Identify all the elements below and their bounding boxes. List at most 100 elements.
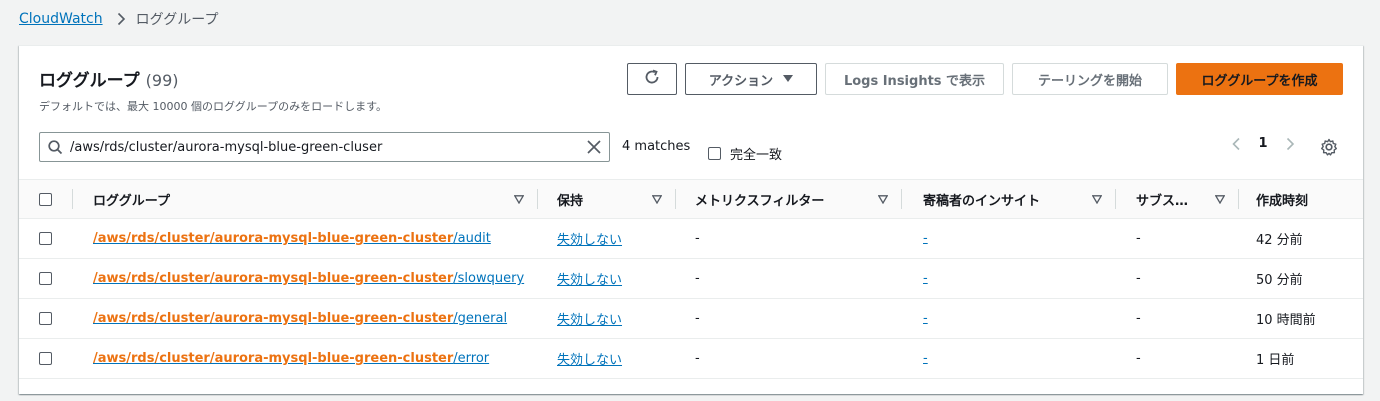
created-time-cell: 42 分前 bbox=[1256, 233, 1303, 248]
column-header-created[interactable]: 作成時刻 bbox=[1256, 180, 1356, 218]
row-select-cell bbox=[39, 219, 52, 258]
column-divider bbox=[1115, 189, 1116, 209]
row-checkbox[interactable] bbox=[39, 352, 52, 365]
column-label: サブス… bbox=[1136, 193, 1189, 209]
breadcrumb-current: ロググループ bbox=[135, 12, 219, 28]
column-label: ロググループ bbox=[93, 193, 170, 209]
log-group-suffix: /error bbox=[453, 351, 490, 366]
contributor-insights-cell: - bbox=[923, 219, 928, 258]
row-checkbox[interactable] bbox=[39, 232, 52, 245]
breadcrumb-cloudwatch-link[interactable]: CloudWatch bbox=[19, 11, 103, 27]
retention-cell: 失効しない bbox=[557, 219, 622, 258]
log-group-cell: /aws/rds/cluster/aurora-mysql-blue-green… bbox=[93, 259, 524, 298]
match-highlight-tail: er bbox=[438, 311, 454, 326]
log-groups-panel: ロググループ (99) デフォルトでは、最大 10000 個のロググループのみを… bbox=[19, 45, 1363, 394]
search-icon bbox=[40, 139, 70, 155]
retention-cell: 失効しない bbox=[557, 339, 622, 378]
refresh-button[interactable] bbox=[627, 63, 677, 95]
search-input[interactable] bbox=[70, 139, 579, 155]
column-label: 寄稿者のインサイト bbox=[923, 193, 1041, 209]
log-group-cell: /aws/rds/cluster/aurora-mysql-blue-green… bbox=[93, 219, 491, 258]
page-title: ロググループ (99) bbox=[39, 66, 178, 91]
log-group-suffix: /audit bbox=[453, 231, 491, 246]
actions-label: アクション bbox=[708, 73, 774, 89]
search-field bbox=[39, 132, 610, 162]
metric-filter-cell: - bbox=[695, 271, 700, 286]
column-label: 保持 bbox=[557, 193, 584, 209]
log-group-link[interactable]: /aws/rds/cluster/aurora-mysql-blue-green… bbox=[93, 351, 489, 366]
sort-caret-icon bbox=[651, 193, 663, 208]
column-header-contributor-insights[interactable]: 寄稿者のインサイト bbox=[923, 180, 1116, 218]
match-highlight: /aws/rds/cluster/aurora-mysql-blue-green… bbox=[93, 351, 439, 366]
contributor-insights-link[interactable]: - bbox=[923, 311, 928, 326]
column-header-metric-filter[interactable]: メトリクスフィルター bbox=[695, 180, 902, 218]
log-group-link[interactable]: /aws/rds/cluster/aurora-mysql-blue-green… bbox=[93, 311, 507, 326]
caret-down-icon bbox=[783, 73, 794, 86]
match-highlight: /aws/rds/cluster/aurora-mysql-blue-green… bbox=[93, 231, 439, 246]
select-all-cell bbox=[39, 180, 59, 218]
contributor-insights-link[interactable]: - bbox=[923, 271, 928, 286]
contributor-insights-cell: - bbox=[923, 339, 928, 378]
subscription-cell: - bbox=[1136, 351, 1141, 366]
column-divider bbox=[72, 189, 73, 209]
metric-filter-cell: - bbox=[695, 351, 700, 366]
subscription-cell: - bbox=[1136, 271, 1141, 286]
page-number[interactable]: 1 bbox=[1246, 136, 1280, 151]
settings-gear-icon[interactable] bbox=[1319, 137, 1339, 161]
match-highlight: /aws/rds/cluster/aurora-mysql-blue-green… bbox=[93, 271, 439, 286]
created-time-cell: 1 日前 bbox=[1256, 353, 1295, 368]
subscription-cell: - bbox=[1136, 231, 1141, 246]
retention-link[interactable]: 失効しない bbox=[557, 229, 622, 248]
log-group-count: (99) bbox=[145, 71, 179, 90]
contributor-insights-link[interactable]: - bbox=[923, 231, 928, 246]
retention-link[interactable]: 失効しない bbox=[557, 269, 622, 288]
metric-filter-cell: - bbox=[695, 311, 700, 326]
log-group-suffix: /general bbox=[453, 311, 508, 326]
table-row[interactable]: /aws/rds/cluster/aurora-mysql-blue-green… bbox=[19, 339, 1363, 379]
contributor-insights-link[interactable]: - bbox=[923, 351, 928, 366]
sort-caret-icon bbox=[1091, 193, 1103, 208]
sort-caret-icon bbox=[1214, 193, 1226, 208]
row-checkbox[interactable] bbox=[39, 312, 52, 325]
logs-insights-button[interactable]: Logs Insights で表示 bbox=[825, 63, 1004, 95]
column-divider bbox=[1238, 189, 1239, 209]
table-row[interactable]: /aws/rds/cluster/aurora-mysql-blue-green… bbox=[19, 259, 1363, 299]
retention-link[interactable]: 失効しない bbox=[557, 349, 622, 368]
metric-filter-cell: - bbox=[695, 231, 700, 246]
column-divider bbox=[675, 189, 676, 209]
refresh-icon bbox=[643, 68, 661, 90]
select-all-checkbox[interactable] bbox=[39, 192, 52, 206]
column-header-retention[interactable]: 保持 bbox=[557, 180, 676, 218]
exact-match-option[interactable]: 完全一致 bbox=[708, 144, 782, 163]
close-icon[interactable] bbox=[579, 140, 609, 154]
chevron-right-icon bbox=[117, 12, 126, 26]
page-description: デフォルトでは、最大 10000 個のロググループのみをロードします。 bbox=[39, 100, 388, 113]
exact-match-checkbox[interactable] bbox=[708, 147, 721, 160]
row-select-cell bbox=[39, 339, 52, 378]
created-time-cell: 50 分前 bbox=[1256, 273, 1303, 288]
start-tailing-button[interactable]: テーリングを開始 bbox=[1012, 63, 1168, 95]
create-log-group-button[interactable]: ロググループを作成 bbox=[1176, 63, 1343, 95]
log-group-link[interactable]: /aws/rds/cluster/aurora-mysql-blue-green… bbox=[93, 271, 524, 286]
created-time-cell: 10 時間前 bbox=[1256, 313, 1316, 328]
actions-dropdown-button[interactable]: アクション bbox=[685, 63, 817, 95]
row-select-cell bbox=[39, 299, 52, 338]
column-header-subscription[interactable]: サブス… bbox=[1136, 180, 1239, 218]
log-group-link[interactable]: /aws/rds/cluster/aurora-mysql-blue-green… bbox=[93, 231, 491, 246]
chevron-right-icon[interactable] bbox=[1280, 137, 1300, 151]
column-header-log-group[interactable]: ロググループ bbox=[93, 180, 538, 218]
row-checkbox[interactable] bbox=[39, 272, 52, 285]
table-row[interactable]: /aws/rds/cluster/aurora-mysql-blue-green… bbox=[19, 299, 1363, 339]
subscription-cell: - bbox=[1136, 311, 1141, 326]
match-highlight-tail: er bbox=[438, 351, 454, 366]
table-header: ロググループ 保持 メトリクスフィルター 寄稿者のインサイト サブス… 作成時刻 bbox=[19, 179, 1363, 219]
match-highlight-tail: er bbox=[438, 231, 454, 246]
retention-link[interactable]: 失効しない bbox=[557, 309, 622, 328]
chevron-left-icon[interactable] bbox=[1226, 137, 1246, 151]
log-group-suffix: /slowquery bbox=[453, 271, 525, 286]
row-select-cell bbox=[39, 259, 52, 298]
column-divider bbox=[537, 189, 538, 209]
column-label: 作成時刻 bbox=[1256, 193, 1309, 209]
match-highlight-tail: er bbox=[438, 271, 454, 286]
table-row[interactable]: /aws/rds/cluster/aurora-mysql-blue-green… bbox=[19, 219, 1363, 259]
